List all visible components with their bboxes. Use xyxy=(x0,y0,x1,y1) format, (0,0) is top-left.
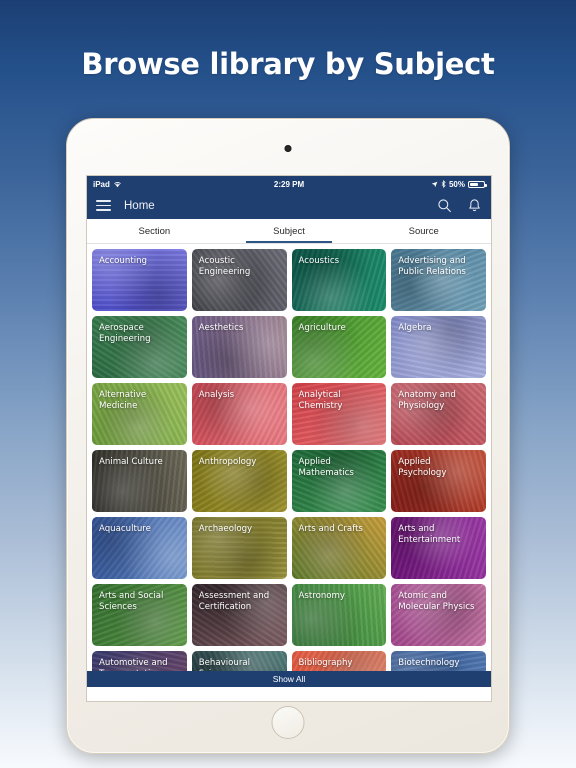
front-camera-icon xyxy=(284,145,292,152)
subject-tile-label: Aerospace Engineering xyxy=(99,323,151,344)
hamburger-menu-icon[interactable] xyxy=(96,200,111,211)
subject-tile[interactable]: Arts and Crafts xyxy=(291,517,387,579)
bluetooth-icon xyxy=(441,180,446,188)
tab-section[interactable]: Section xyxy=(87,219,222,243)
nav-actions xyxy=(437,198,482,213)
subject-tile[interactable]: Anatomy and Physiology xyxy=(391,383,486,445)
subject-tile[interactable]: Anthropology xyxy=(191,450,287,512)
subject-tile-label: Agriculture xyxy=(298,323,346,333)
tab-section-label: Section xyxy=(138,225,171,237)
subject-tile-label: Algebra xyxy=(398,323,432,333)
tab-bar: Section Subject Source xyxy=(87,219,491,244)
subject-tile[interactable]: Agriculture xyxy=(291,316,387,378)
show-all-label: Show All xyxy=(272,674,306,684)
subject-tile[interactable]: Acoustics xyxy=(291,249,387,311)
subject-tile-label: Advertising and Public Relations xyxy=(398,256,466,277)
subject-tile[interactable]: Arts and Entertainment xyxy=(391,517,486,579)
app-navigation-bar: Home xyxy=(87,192,491,219)
ipad-device-frame: iPad 2:29 PM 50% Home Section Subject So… xyxy=(66,118,510,754)
subject-tile-label: Bibliography xyxy=(298,658,353,668)
tab-source[interactable]: Source xyxy=(356,219,491,243)
subject-tile[interactable]: Aquaculture xyxy=(92,517,187,579)
subject-tile[interactable]: Accounting xyxy=(92,249,187,311)
subject-tile-label: Applied Mathematics xyxy=(298,457,354,478)
subject-tile[interactable]: Applied Psychology xyxy=(391,450,486,512)
subject-tile[interactable]: Assessment and Certification xyxy=(191,584,287,646)
subject-tile-label: Anatomy and Physiology xyxy=(398,390,456,411)
subject-tile[interactable]: Aerospace Engineering xyxy=(92,316,187,378)
subject-tile[interactable]: Archaeology xyxy=(191,517,287,579)
subject-tile-label: Applied Psychology xyxy=(398,457,447,478)
subject-tile-label: Biotechnology xyxy=(398,658,460,668)
subject-tile-label: Accounting xyxy=(99,256,147,266)
battery-icon xyxy=(468,180,487,188)
show-all-button[interactable]: Show All xyxy=(87,671,491,687)
subject-tile-label: Astronomy xyxy=(298,591,346,601)
subject-grid: Accounting Acoustic Engineering Acoustics A… xyxy=(92,249,486,687)
subject-tile[interactable]: Alternative Medicine xyxy=(92,383,187,445)
subject-grid-container[interactable]: Accounting Acoustic Engineering Acoustics A… xyxy=(87,244,491,687)
subject-tile-label: Anthropology xyxy=(198,457,257,467)
search-icon[interactable] xyxy=(437,198,452,213)
subject-tile[interactable]: Astronomy xyxy=(291,584,387,646)
subject-tile-label: Aquaculture xyxy=(99,524,151,534)
subject-tile[interactable]: Animal Culture xyxy=(92,450,187,512)
subject-tile-label: Atomic and Molecular Physics xyxy=(398,591,475,612)
bell-icon[interactable] xyxy=(467,198,482,213)
subject-tile-label: Aesthetics xyxy=(198,323,244,333)
subject-tile[interactable]: Algebra xyxy=(391,316,486,378)
subject-tile-label: Arts and Social Sciences xyxy=(99,591,164,612)
subject-tile-label: Archaeology xyxy=(198,524,253,534)
ios-status-bar: iPad 2:29 PM 50% xyxy=(87,176,491,192)
tab-subject-label: Subject xyxy=(273,225,305,237)
subject-tile[interactable]: Acoustic Engineering xyxy=(191,249,287,311)
subject-tile[interactable]: Advertising and Public Relations xyxy=(391,249,486,311)
status-bar-right: 50% xyxy=(431,179,487,189)
subject-tile[interactable]: Aesthetics xyxy=(191,316,287,378)
battery-percent-label: 50% xyxy=(448,179,465,189)
device-screen: iPad 2:29 PM 50% Home Section Subject So… xyxy=(86,175,492,702)
subject-tile-label: Analytical Chemistry xyxy=(298,390,343,411)
subject-tile-label: Animal Culture xyxy=(99,457,163,467)
subject-tile-label: Acoustics xyxy=(298,256,340,266)
subject-tile-label: Alternative Medicine xyxy=(99,390,147,411)
tab-source-label: Source xyxy=(408,225,439,237)
tab-subject[interactable]: Subject xyxy=(222,219,357,243)
subject-tile-label: Arts and Entertainment xyxy=(398,524,461,545)
subject-tile-label: Assessment and Certification xyxy=(198,591,270,612)
subject-tile[interactable]: Analytical Chemistry xyxy=(291,383,387,445)
location-arrow-icon xyxy=(431,181,438,187)
subject-tile[interactable]: Analysis xyxy=(191,383,287,445)
subject-tile[interactable]: Arts and Social Sciences xyxy=(92,584,187,646)
subject-tile[interactable]: Atomic and Molecular Physics xyxy=(391,584,486,646)
home-button[interactable] xyxy=(271,706,305,739)
subject-tile-label: Acoustic Engineering xyxy=(198,256,251,277)
subject-tile[interactable]: Applied Mathematics xyxy=(291,450,387,512)
page-title: Browse library by Subject xyxy=(81,47,495,81)
subject-tile-label: Arts and Crafts xyxy=(298,524,363,534)
subject-tile-label: Analysis xyxy=(198,390,235,400)
nav-title: Home xyxy=(124,199,155,212)
